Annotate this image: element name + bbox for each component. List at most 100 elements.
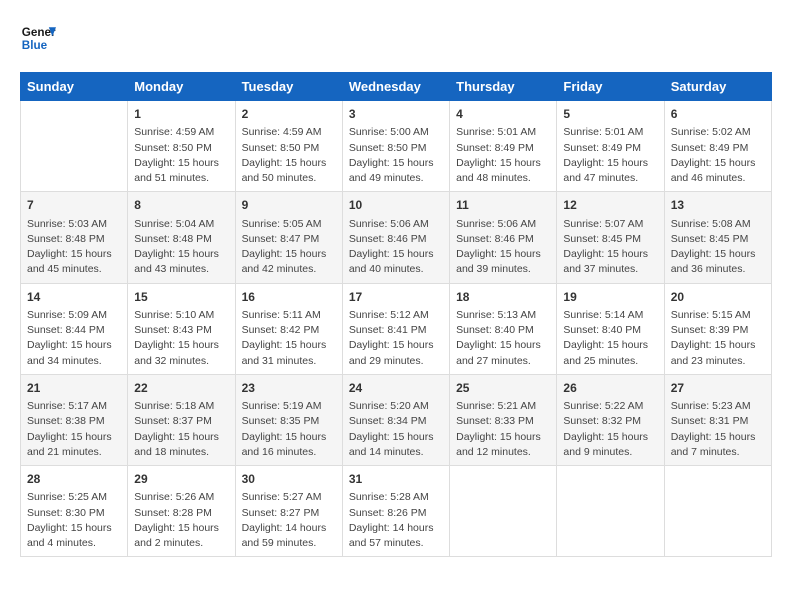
calendar-cell: 7 Sunrise: 5:03 AM Sunset: 8:48 PM Daylig… [21,192,128,283]
day-number: 18 [456,289,550,306]
day-content: Sunrise: 5:06 AM Sunset: 8:46 PM Dayligh… [349,217,443,278]
calendar-cell: 23Sunrise: 5:19 AM Sunset: 8:35 PM Dayli… [235,374,342,465]
day-content: Sunrise: 5:09 AM Sunset: 8:44 PM Dayligh… [27,308,121,369]
day-number: 3 [349,106,443,123]
calendar-cell: 4 Sunrise: 5:01 AM Sunset: 8:49 PM Daylig… [450,101,557,192]
day-number: 13 [671,197,765,214]
day-number: 31 [349,471,443,488]
calendar-cell [21,101,128,192]
calendar-cell: 28 Sunrise: 5:25 AM Sunset: 8:30 PM Dayli… [21,466,128,557]
calendar-cell: 3 Sunrise: 5:00 AM Sunset: 8:50 PM Daylig… [342,101,449,192]
calendar-cell: 10 Sunrise: 5:06 AM Sunset: 8:46 PM Dayli… [342,192,449,283]
day-number: 4 [456,106,550,123]
week-row-5: 28 Sunrise: 5:25 AM Sunset: 8:30 PM Dayli… [21,466,772,557]
calendar-cell: 18 Sunrise: 5:13 AM Sunset: 8:40 PM Dayli… [450,283,557,374]
day-content: Sunrise: 5:19 AM Sunset: 8:35 PM Dayligh… [242,399,336,460]
day-content: Sunrise: 5:18 AM Sunset: 8:37 PM Dayligh… [134,399,228,460]
calendar-cell: 29 Sunrise: 5:26 AM Sunset: 8:28 PM Dayli… [128,466,235,557]
logo-icon: General Blue [20,20,56,56]
calendar-cell: 30 Sunrise: 5:27 AM Sunset: 8:27 PM Dayli… [235,466,342,557]
day-content: Sunrise: 5:20 AM Sunset: 8:34 PM Dayligh… [349,399,443,460]
day-number: 8 [134,197,228,214]
day-number: 30 [242,471,336,488]
day-content: Sunrise: 5:08 AM Sunset: 8:45 PM Dayligh… [671,217,765,278]
day-number: 1 [134,106,228,123]
day-number: 26 [563,380,657,397]
calendar-cell: 26 Sunrise: 5:22 AM Sunset: 8:32 PM Dayli… [557,374,664,465]
day-content: Sunrise: 5:28 AM Sunset: 8:26 PM Dayligh… [349,490,443,551]
calendar-body: 1 Sunrise: 4:59 AM Sunset: 8:50 PM Daylig… [21,101,772,557]
day-number: 16 [242,289,336,306]
calendar-cell: 20Sunrise: 5:15 AM Sunset: 8:39 PM Dayli… [664,283,771,374]
day-number: 12 [563,197,657,214]
day-content: Sunrise: 5:06 AM Sunset: 8:46 PM Dayligh… [456,217,550,278]
calendar-cell: 2 Sunrise: 4:59 AM Sunset: 8:50 PM Daylig… [235,101,342,192]
day-number: 20 [671,289,765,306]
day-number: 28 [27,471,121,488]
day-number: 2 [242,106,336,123]
page-header: General Blue [20,20,772,56]
day-number: 14 [27,289,121,306]
calendar-cell [450,466,557,557]
day-content: Sunrise: 5:11 AM Sunset: 8:42 PM Dayligh… [242,308,336,369]
svg-text:Blue: Blue [22,39,48,52]
calendar-cell: 13 Sunrise: 5:08 AM Sunset: 8:45 PM Dayli… [664,192,771,283]
calendar-cell: 25 Sunrise: 5:21 AM Sunset: 8:33 PM Dayli… [450,374,557,465]
day-content: Sunrise: 5:26 AM Sunset: 8:28 PM Dayligh… [134,490,228,551]
day-number: 27 [671,380,765,397]
day-header-sunday: Sunday [21,73,128,101]
day-content: Sunrise: 5:03 AM Sunset: 8:48 PM Dayligh… [27,217,121,278]
calendar-cell: 24 Sunrise: 5:20 AM Sunset: 8:34 PM Dayli… [342,374,449,465]
calendar-cell [664,466,771,557]
logo: General Blue [20,20,56,56]
calendar-cell: 9 Sunrise: 5:05 AM Sunset: 8:47 PM Daylig… [235,192,342,283]
day-content: Sunrise: 5:07 AM Sunset: 8:45 PM Dayligh… [563,217,657,278]
day-number: 24 [349,380,443,397]
day-content: Sunrise: 5:04 AM Sunset: 8:48 PM Dayligh… [134,217,228,278]
day-content: Sunrise: 5:21 AM Sunset: 8:33 PM Dayligh… [456,399,550,460]
day-content: Sunrise: 5:02 AM Sunset: 8:49 PM Dayligh… [671,125,765,186]
day-number: 7 [27,197,121,214]
calendar-header-row: SundayMondayTuesdayWednesdayThursdayFrid… [21,73,772,101]
day-content: Sunrise: 5:14 AM Sunset: 8:40 PM Dayligh… [563,308,657,369]
day-content: Sunrise: 5:22 AM Sunset: 8:32 PM Dayligh… [563,399,657,460]
day-content: Sunrise: 5:25 AM Sunset: 8:30 PM Dayligh… [27,490,121,551]
day-number: 21 [27,380,121,397]
day-header-saturday: Saturday [664,73,771,101]
day-number: 9 [242,197,336,214]
day-number: 29 [134,471,228,488]
day-number: 11 [456,197,550,214]
day-content: Sunrise: 5:01 AM Sunset: 8:49 PM Dayligh… [456,125,550,186]
calendar-cell: 15 Sunrise: 5:10 AM Sunset: 8:43 PM Dayli… [128,283,235,374]
day-header-monday: Monday [128,73,235,101]
day-number: 25 [456,380,550,397]
calendar-cell [557,466,664,557]
calendar-cell: 11 Sunrise: 5:06 AM Sunset: 8:46 PM Dayli… [450,192,557,283]
week-row-2: 7 Sunrise: 5:03 AM Sunset: 8:48 PM Daylig… [21,192,772,283]
calendar-cell: 16 Sunrise: 5:11 AM Sunset: 8:42 PM Dayli… [235,283,342,374]
day-content: Sunrise: 4:59 AM Sunset: 8:50 PM Dayligh… [242,125,336,186]
day-number: 10 [349,197,443,214]
calendar-cell: 17Sunrise: 5:12 AM Sunset: 8:41 PM Dayli… [342,283,449,374]
day-header-wednesday: Wednesday [342,73,449,101]
day-content: Sunrise: 5:00 AM Sunset: 8:50 PM Dayligh… [349,125,443,186]
calendar-cell: 14 Sunrise: 5:09 AM Sunset: 8:44 PM Dayli… [21,283,128,374]
day-content: Sunrise: 5:05 AM Sunset: 8:47 PM Dayligh… [242,217,336,278]
day-content: Sunrise: 5:27 AM Sunset: 8:27 PM Dayligh… [242,490,336,551]
day-number: 5 [563,106,657,123]
calendar-table: SundayMondayTuesdayWednesdayThursdayFrid… [20,72,772,557]
day-content: Sunrise: 5:13 AM Sunset: 8:40 PM Dayligh… [456,308,550,369]
calendar-cell: 19Sunrise: 5:14 AM Sunset: 8:40 PM Dayli… [557,283,664,374]
day-number: 15 [134,289,228,306]
day-header-thursday: Thursday [450,73,557,101]
calendar-cell: 27 Sunrise: 5:23 AM Sunset: 8:31 PM Dayli… [664,374,771,465]
calendar-cell: 21Sunrise: 5:17 AM Sunset: 8:38 PM Dayli… [21,374,128,465]
calendar-cell: 8 Sunrise: 5:04 AM Sunset: 8:48 PM Daylig… [128,192,235,283]
day-number: 17 [349,289,443,306]
week-row-1: 1 Sunrise: 4:59 AM Sunset: 8:50 PM Daylig… [21,101,772,192]
week-row-3: 14 Sunrise: 5:09 AM Sunset: 8:44 PM Dayli… [21,283,772,374]
day-content: Sunrise: 5:23 AM Sunset: 8:31 PM Dayligh… [671,399,765,460]
calendar-cell: 12 Sunrise: 5:07 AM Sunset: 8:45 PM Dayli… [557,192,664,283]
calendar-cell: 6Sunrise: 5:02 AM Sunset: 8:49 PM Daylig… [664,101,771,192]
day-content: Sunrise: 5:10 AM Sunset: 8:43 PM Dayligh… [134,308,228,369]
